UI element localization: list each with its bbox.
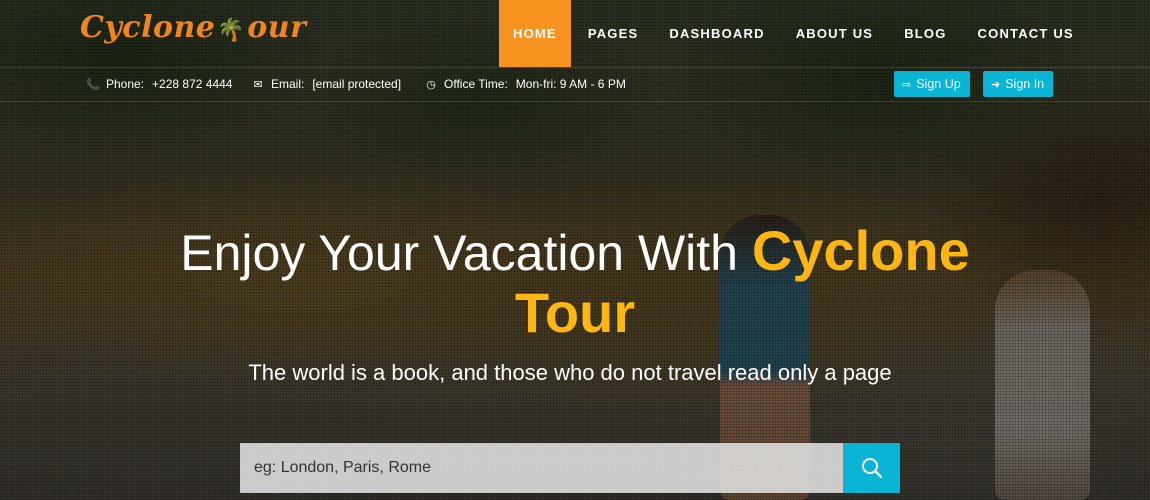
headline-brand: Cyclone bbox=[751, 219, 970, 282]
nav-item-contact-us[interactable]: CONTACT US bbox=[964, 0, 1088, 67]
clock-icon: ◷ bbox=[426, 78, 436, 91]
logo-text: Cyclone bbox=[80, 10, 216, 45]
office-time-label: Office Time: bbox=[444, 77, 508, 91]
nav-item-pages[interactable]: PAGES bbox=[574, 0, 653, 67]
logo-text-suffix: our bbox=[247, 10, 307, 45]
sign-up-label: Sign Up bbox=[916, 77, 961, 91]
phone-icon: 📞 bbox=[86, 78, 100, 91]
search-input[interactable] bbox=[240, 443, 843, 493]
nav-item-about-us[interactable]: ABOUT US bbox=[782, 0, 888, 67]
headline-prefix: Enjoy Your Vacation With bbox=[180, 225, 738, 281]
top-info-bar: 📞 Phone: +228 872 4444 ✉ Email: [email p… bbox=[0, 68, 1150, 101]
nav-item-home[interactable]: HOME bbox=[499, 0, 571, 67]
sign-in-label: Sign In bbox=[1005, 77, 1045, 91]
phone-value: +228 872 4444 bbox=[152, 77, 233, 91]
headline-brand-suffix: Tour bbox=[514, 281, 636, 344]
sign-up-button[interactable]: ⇨ Sign Up bbox=[894, 71, 970, 97]
phone-info: 📞 Phone: +228 872 4444 bbox=[86, 77, 232, 91]
hero-headline: Enjoy Your Vacation With Cyclone bbox=[0, 222, 1150, 282]
topbar-divider bbox=[0, 101, 1150, 102]
palm-tree-icon: 🌴 bbox=[217, 17, 246, 43]
nav-item-dashboard[interactable]: DASHBOARD bbox=[655, 0, 778, 67]
site-logo[interactable]: Cyclone🌴our bbox=[80, 10, 306, 45]
sign-up-icon: ⇨ bbox=[902, 78, 912, 91]
office-time-info: ◷ Office Time: Mon-fri: 9 AM - 6 PM bbox=[424, 77, 626, 91]
phone-label: Phone: bbox=[106, 77, 145, 91]
hero-tagline: The world is a book, and those who do no… bbox=[248, 360, 892, 385]
email-label: Email: bbox=[271, 77, 305, 91]
email-info: ✉ Email: [email protected] bbox=[251, 77, 401, 91]
envelope-icon: ✉ bbox=[253, 78, 263, 91]
sign-in-button[interactable]: ➜ Sign In bbox=[983, 71, 1053, 97]
office-time-value: Mon-fri: 9 AM - 6 PM bbox=[515, 77, 626, 91]
search-button[interactable] bbox=[843, 443, 900, 493]
search-icon bbox=[861, 458, 882, 479]
site-header: Cyclone🌴our HOME PAGES DASHBOARD ABOUT U… bbox=[0, 0, 1150, 68]
sign-in-icon: ➜ bbox=[991, 78, 1001, 91]
hero-headline-line2: Tour bbox=[0, 284, 1150, 344]
email-value[interactable]: [email protected] bbox=[312, 77, 401, 91]
nav-item-blog[interactable]: BLOG bbox=[890, 0, 960, 67]
main-nav: HOME PAGES DASHBOARD ABOUT US BLOG CONTA… bbox=[499, 0, 1091, 67]
